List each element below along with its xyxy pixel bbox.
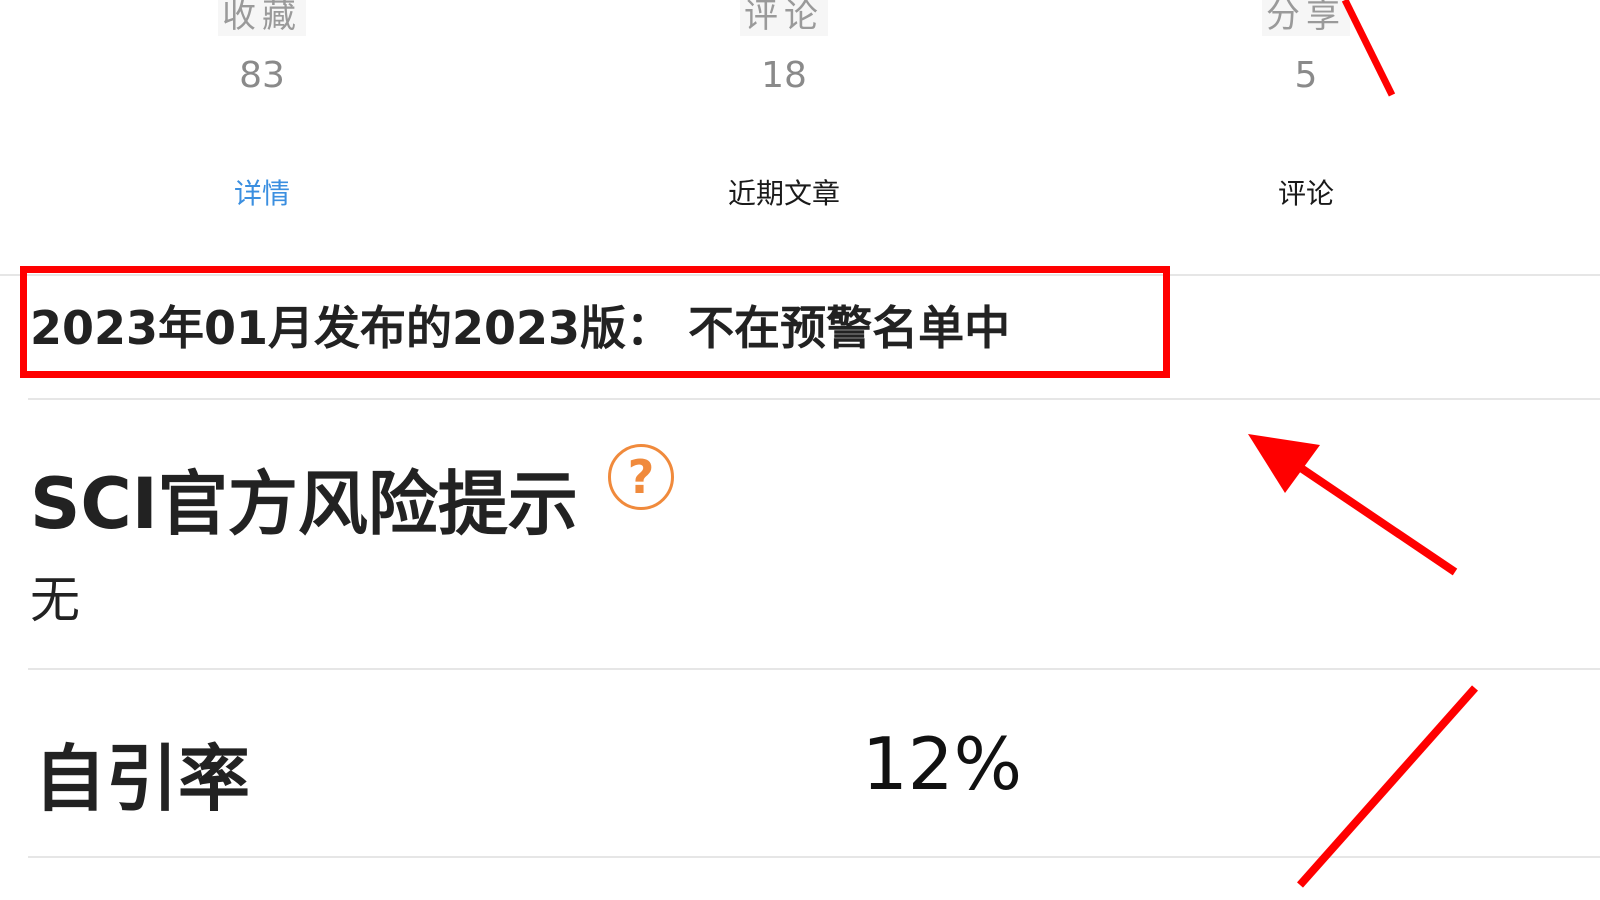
arrow-line-middle <box>1292 460 1458 576</box>
arrow-head-middle <box>1248 434 1320 493</box>
arrow-line-top <box>1341 0 1396 97</box>
arrow-line-bottom <box>1297 685 1478 888</box>
annotation-arrows <box>1248 0 1478 888</box>
